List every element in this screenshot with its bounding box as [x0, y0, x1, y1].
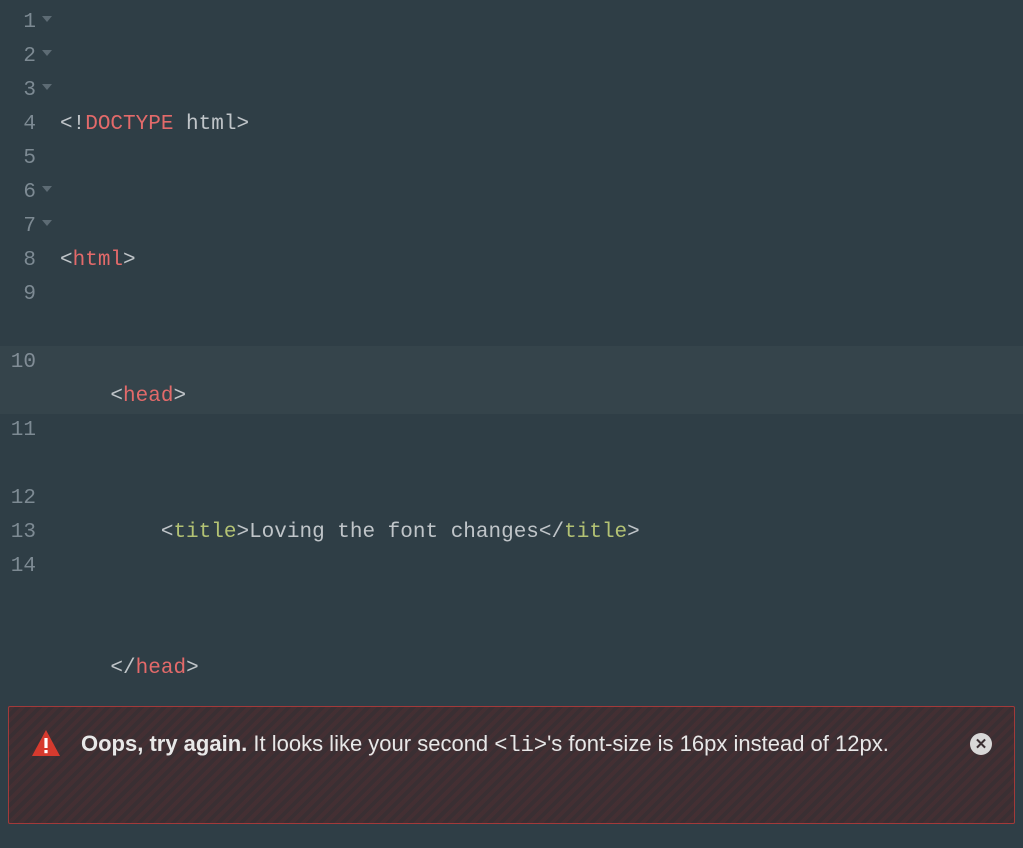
- warning-icon: [31, 729, 61, 763]
- error-title: Oops, try again.: [81, 731, 247, 756]
- line-number: 5: [0, 142, 54, 176]
- line-number: 2: [0, 40, 54, 74]
- error-banner: Oops, try again. It looks like your seco…: [8, 706, 1015, 824]
- fold-arrow-icon[interactable]: [42, 186, 52, 192]
- line-number: 10: [0, 346, 54, 414]
- line-number: 14: [0, 550, 54, 584]
- line-number: 9: [0, 278, 54, 346]
- code-editor[interactable]: 1 2 3 4 5 6 7 8 9 10 11 12 13 14 <!DOCTY…: [0, 0, 1023, 848]
- code-line[interactable]: <!DOCTYPE html>: [60, 108, 1019, 142]
- line-number: 7: [0, 210, 54, 244]
- line-number: 3: [0, 74, 54, 108]
- line-number: 12: [0, 482, 54, 516]
- error-text-after: 's font-size is 16px instead of 12px.: [547, 731, 889, 756]
- close-button[interactable]: ✕: [970, 733, 992, 755]
- fold-arrow-icon[interactable]: [42, 220, 52, 226]
- fold-arrow-icon[interactable]: [42, 50, 52, 56]
- line-number: 8: [0, 244, 54, 278]
- fold-arrow-icon[interactable]: [42, 16, 52, 22]
- line-number: 6: [0, 176, 54, 210]
- code-line[interactable]: <head>: [60, 380, 1019, 414]
- error-code-token: <li>: [494, 733, 547, 758]
- code-line[interactable]: </head>: [60, 652, 1019, 686]
- error-message: Oops, try again. It looks like your seco…: [81, 727, 970, 763]
- line-number: 13: [0, 516, 54, 550]
- line-number: 4: [0, 108, 54, 142]
- line-number: 11: [0, 414, 54, 482]
- fold-arrow-icon[interactable]: [42, 84, 52, 90]
- error-text-before: It looks like your second: [247, 731, 494, 756]
- code-line[interactable]: <title>Loving the font changes</title>: [60, 516, 1019, 550]
- line-number: 1: [0, 6, 54, 40]
- code-line[interactable]: <html>: [60, 244, 1019, 278]
